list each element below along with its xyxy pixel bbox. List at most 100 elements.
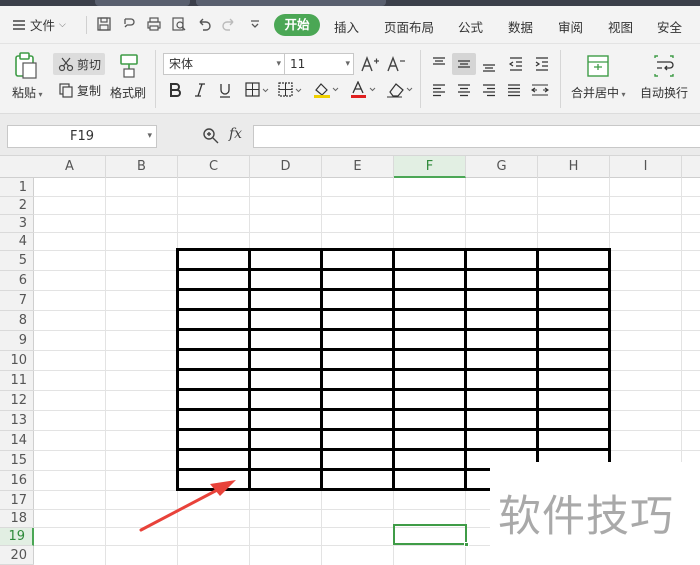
merge-center-icon[interactable] (586, 54, 610, 78)
tab-formulas[interactable]: 公式 (458, 17, 483, 36)
copy-icon[interactable] (58, 82, 74, 98)
font-name-select[interactable]: 宋体 ▾ (163, 53, 285, 75)
tab-data[interactable]: 数据 (508, 17, 533, 36)
wrap-text-icon[interactable] (652, 54, 676, 78)
decrease-indent-icon[interactable] (508, 56, 524, 72)
table-border (176, 328, 611, 331)
italic-icon[interactable] (193, 82, 207, 98)
customize-toolbar-icon[interactable] (247, 16, 263, 32)
column-header-h[interactable]: H (538, 156, 610, 178)
name-box[interactable]: F19 ▾ (7, 125, 157, 148)
row-header[interactable]: 1 (0, 178, 34, 197)
redo-icon[interactable] (221, 16, 237, 32)
column-header-f[interactable]: F (394, 156, 466, 178)
row-header[interactable]: 3 (0, 215, 34, 233)
fill-color-icon[interactable] (313, 81, 339, 99)
active-cell[interactable] (393, 524, 469, 547)
merge-center-button[interactable]: 合并居中 ▾ (571, 84, 626, 101)
clear-format-icon[interactable] (386, 81, 414, 99)
grid-line (34, 232, 700, 233)
watermark: 软件技巧 (490, 462, 700, 565)
undo-history-icon[interactable] (121, 16, 137, 32)
print-preview-icon[interactable] (171, 16, 187, 32)
row-header[interactable]: 10 (0, 351, 34, 371)
scissors-icon[interactable] (58, 56, 74, 72)
row-header[interactable]: 11 (0, 371, 34, 391)
table-border (176, 408, 611, 411)
save-icon[interactable] (96, 16, 112, 32)
insert-function-button[interactable]: fx (229, 126, 242, 142)
row-header[interactable]: 4 (0, 233, 34, 251)
column-header-g[interactable]: G (466, 156, 538, 178)
print-icon[interactable] (146, 16, 162, 32)
align-bottom-icon[interactable] (481, 56, 497, 72)
row-header[interactable]: 2 (0, 197, 34, 215)
row-header[interactable]: 13 (0, 411, 34, 431)
format-painter-icon[interactable] (118, 53, 140, 79)
decrease-font-size-icon[interactable] (386, 55, 406, 73)
font-size-value: 11 (290, 57, 306, 71)
bold-icon[interactable] (168, 82, 182, 98)
align-left-icon[interactable] (431, 82, 447, 98)
row-header[interactable]: 16 (0, 471, 34, 491)
borders-icon[interactable] (245, 82, 269, 98)
column-header-b[interactable]: B (106, 156, 178, 178)
column-header-i[interactable]: I (610, 156, 682, 178)
row-header[interactable]: 12 (0, 391, 34, 411)
tab-view[interactable]: 视图 (608, 17, 633, 36)
row-header[interactable]: 15 (0, 451, 34, 471)
file-menu[interactable]: 文件 ⌵ (12, 15, 66, 34)
align-top-icon[interactable] (431, 56, 447, 72)
underline-icon[interactable] (218, 82, 232, 98)
align-right-icon[interactable] (481, 82, 497, 98)
column-header-a[interactable]: A (34, 156, 106, 178)
tab-review[interactable]: 审阅 (558, 17, 583, 36)
divider (420, 50, 421, 108)
wrap-text-button[interactable]: 自动换行 (640, 84, 688, 101)
row-header[interactable]: 7 (0, 291, 34, 311)
name-box-value: F19 (69, 129, 95, 144)
row-header[interactable]: 20 (0, 546, 34, 565)
increase-indent-icon[interactable] (534, 56, 550, 72)
tab-insert[interactable]: 插入 (334, 17, 359, 36)
font-name-value: 宋体 (169, 57, 194, 71)
align-center-icon[interactable] (456, 82, 472, 98)
cell-style-icon[interactable] (278, 82, 302, 98)
column-header-e[interactable]: E (322, 156, 394, 178)
cut-button[interactable]: 剪切 (77, 56, 101, 73)
table-border (176, 268, 611, 271)
fill-handle[interactable] (464, 542, 469, 547)
column-header-d[interactable]: D (250, 156, 322, 178)
paste-button[interactable]: 粘贴 ▾ (12, 84, 43, 101)
formula-input[interactable] (253, 125, 700, 148)
row-header[interactable]: 8 (0, 311, 34, 331)
row-header[interactable]: 18 (0, 510, 34, 528)
column-header-c[interactable]: C (178, 156, 250, 178)
zoom-search-icon[interactable] (202, 127, 220, 145)
font-size-select[interactable]: 11 ▾ (284, 53, 354, 75)
font-color-icon[interactable] (350, 81, 376, 99)
row-header[interactable]: 19 (0, 528, 34, 546)
tab-home[interactable]: 开始 (274, 14, 320, 36)
distributed-align-icon[interactable] (530, 82, 550, 98)
chevron-down-icon: ▾ (147, 131, 152, 141)
table-border (176, 348, 611, 351)
justify-icon[interactable] (506, 82, 522, 98)
tab-security[interactable]: 安全 (657, 17, 682, 36)
row-header[interactable]: 9 (0, 331, 34, 351)
increase-font-size-icon[interactable] (360, 55, 380, 73)
row-header[interactable]: 14 (0, 431, 34, 451)
table-border (176, 248, 611, 251)
merge-center-label: 合并居中 (571, 86, 620, 100)
column-headers: A B C D E F G H I (0, 156, 700, 178)
row-header[interactable]: 17 (0, 491, 34, 510)
tab-page-layout[interactable]: 页面布局 (384, 17, 434, 36)
align-middle-icon[interactable] (456, 56, 472, 72)
table-border (176, 448, 611, 451)
row-header[interactable]: 5 (0, 251, 34, 271)
format-painter-button[interactable]: 格式刷 (110, 84, 146, 101)
copy-button[interactable]: 复制 (77, 82, 101, 99)
undo-icon[interactable] (196, 16, 212, 32)
paste-icon[interactable] (14, 52, 38, 80)
row-header[interactable]: 6 (0, 271, 34, 291)
